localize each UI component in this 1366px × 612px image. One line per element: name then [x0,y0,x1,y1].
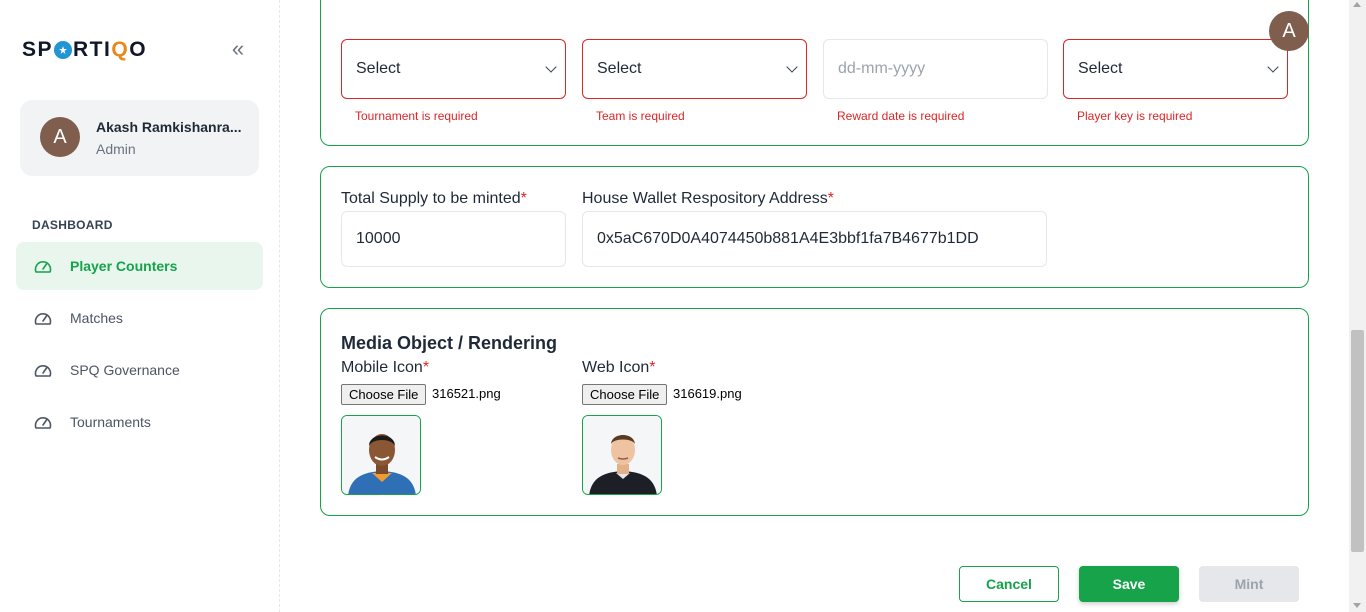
gauge-icon [34,365,52,377]
sidebar-item-label: SPQ Governance [70,362,180,378]
scrollbar-thumb[interactable] [1351,330,1364,552]
scroll-up-icon[interactable] [1353,2,1361,7]
sportiqo-logo[interactable]: SP RTI Q O [22,38,147,62]
user-name: Akash Ramkishanra... [96,119,242,135]
cancel-button[interactable]: Cancel [959,566,1059,602]
sidebar-item-player-counters[interactable]: Player Counters [16,242,263,290]
logo-text-start: SP [22,38,54,61]
web-icon-preview [582,415,662,495]
input-value: 10000 [356,230,401,247]
required-mark: * [520,190,527,207]
player-key-select[interactable]: Select [1063,39,1288,99]
reward-date-input[interactable]: dd-mm-yyyy [823,39,1048,99]
avatar: A [40,117,80,157]
web-icon-label: Web Icon* [582,359,656,377]
tournament-select[interactable]: Select [341,39,566,99]
sidebar-item-label: Matches [70,310,123,326]
save-button[interactable]: Save [1079,566,1179,602]
web-choose-file-button[interactable]: Choose File [582,384,668,405]
sidebar: SP RTI Q O « A Akash Ramkishanra... Admin D… [0,0,280,612]
media-panel: Media Object / Rendering Mobile Icon* Ch… [320,308,1309,516]
required-mark: * [649,359,656,376]
player-photo-icon [342,416,420,494]
label-text: Mobile Icon [341,359,423,376]
wallet-address-input[interactable]: 0x5aC670D0A4074450b881A4E3bbf1fa7B4677b1… [582,211,1047,267]
logo-text-end: O [129,38,148,61]
reward-date-error: Reward date is required [837,109,965,123]
select-value: Select [597,60,642,77]
sidebar-item-spq-governance[interactable]: SPQ Governance [16,346,263,394]
user-card: A Akash Ramkishanra... Admin [20,100,259,176]
section-title: Media Object / Rendering [341,333,558,353]
sidebar-item-matches[interactable]: Matches [16,294,263,342]
required-mark: * [827,190,834,207]
mobile-choose-file-button[interactable]: Choose File [341,384,427,405]
collapse-sidebar-icon[interactable]: « [226,38,250,62]
sidebar-item-label: Player Counters [70,258,178,274]
logo-text-mid: RTI [73,38,112,61]
select-value: Select [356,60,401,77]
logo-text-q: Q [111,38,130,61]
wallet-address-label: House Wallet Respository Address* [582,190,834,208]
team-error: Team is required [596,109,685,123]
required-mark: * [422,359,430,376]
gauge-icon [34,261,52,273]
gauge-icon [34,417,52,429]
label-text: House Wallet Respository Address [582,190,828,207]
selection-panel: Select Tournament is required Select Tea… [320,0,1309,146]
tournament-error: Tournament is required [355,109,478,123]
mobile-file-name: 316521.png [432,386,501,401]
label-text: Total Supply to be minted [341,190,521,207]
header-avatar[interactable]: A [1269,11,1309,51]
select-value: Select [1078,60,1123,77]
chevron-down-icon [786,61,798,73]
mobile-icon-label: Mobile Icon* [341,359,429,377]
player-key-error: Player key is required [1077,109,1193,123]
label-text: Web Icon [582,359,650,376]
sidebar-item-label: Tournaments [70,414,151,430]
supply-panel: Total Supply to be minted* 10000 House W… [320,166,1309,288]
mobile-icon-preview [341,415,421,495]
total-supply-label: Total Supply to be minted* [341,190,527,208]
web-file-name: 316619.png [673,386,742,401]
total-supply-input[interactable]: 10000 [341,211,566,267]
nav-heading: DASHBOARD [32,218,113,232]
sidebar-item-tournaments[interactable]: Tournaments [16,398,263,446]
logo-star-icon [54,41,73,59]
user-role: Admin [96,141,136,157]
input-value: 0x5aC670D0A4074450b881A4E3bbf1fa7B4677b1… [597,230,979,247]
chevron-down-icon [545,61,557,73]
mint-button[interactable]: Mint [1199,566,1299,602]
chevron-down-icon [1267,61,1279,73]
date-placeholder: dd-mm-yyyy [838,60,926,77]
gauge-icon [34,313,52,325]
scroll-down-icon[interactable] [1353,603,1361,608]
team-select[interactable]: Select [582,39,807,99]
player-photo-icon [583,416,661,494]
